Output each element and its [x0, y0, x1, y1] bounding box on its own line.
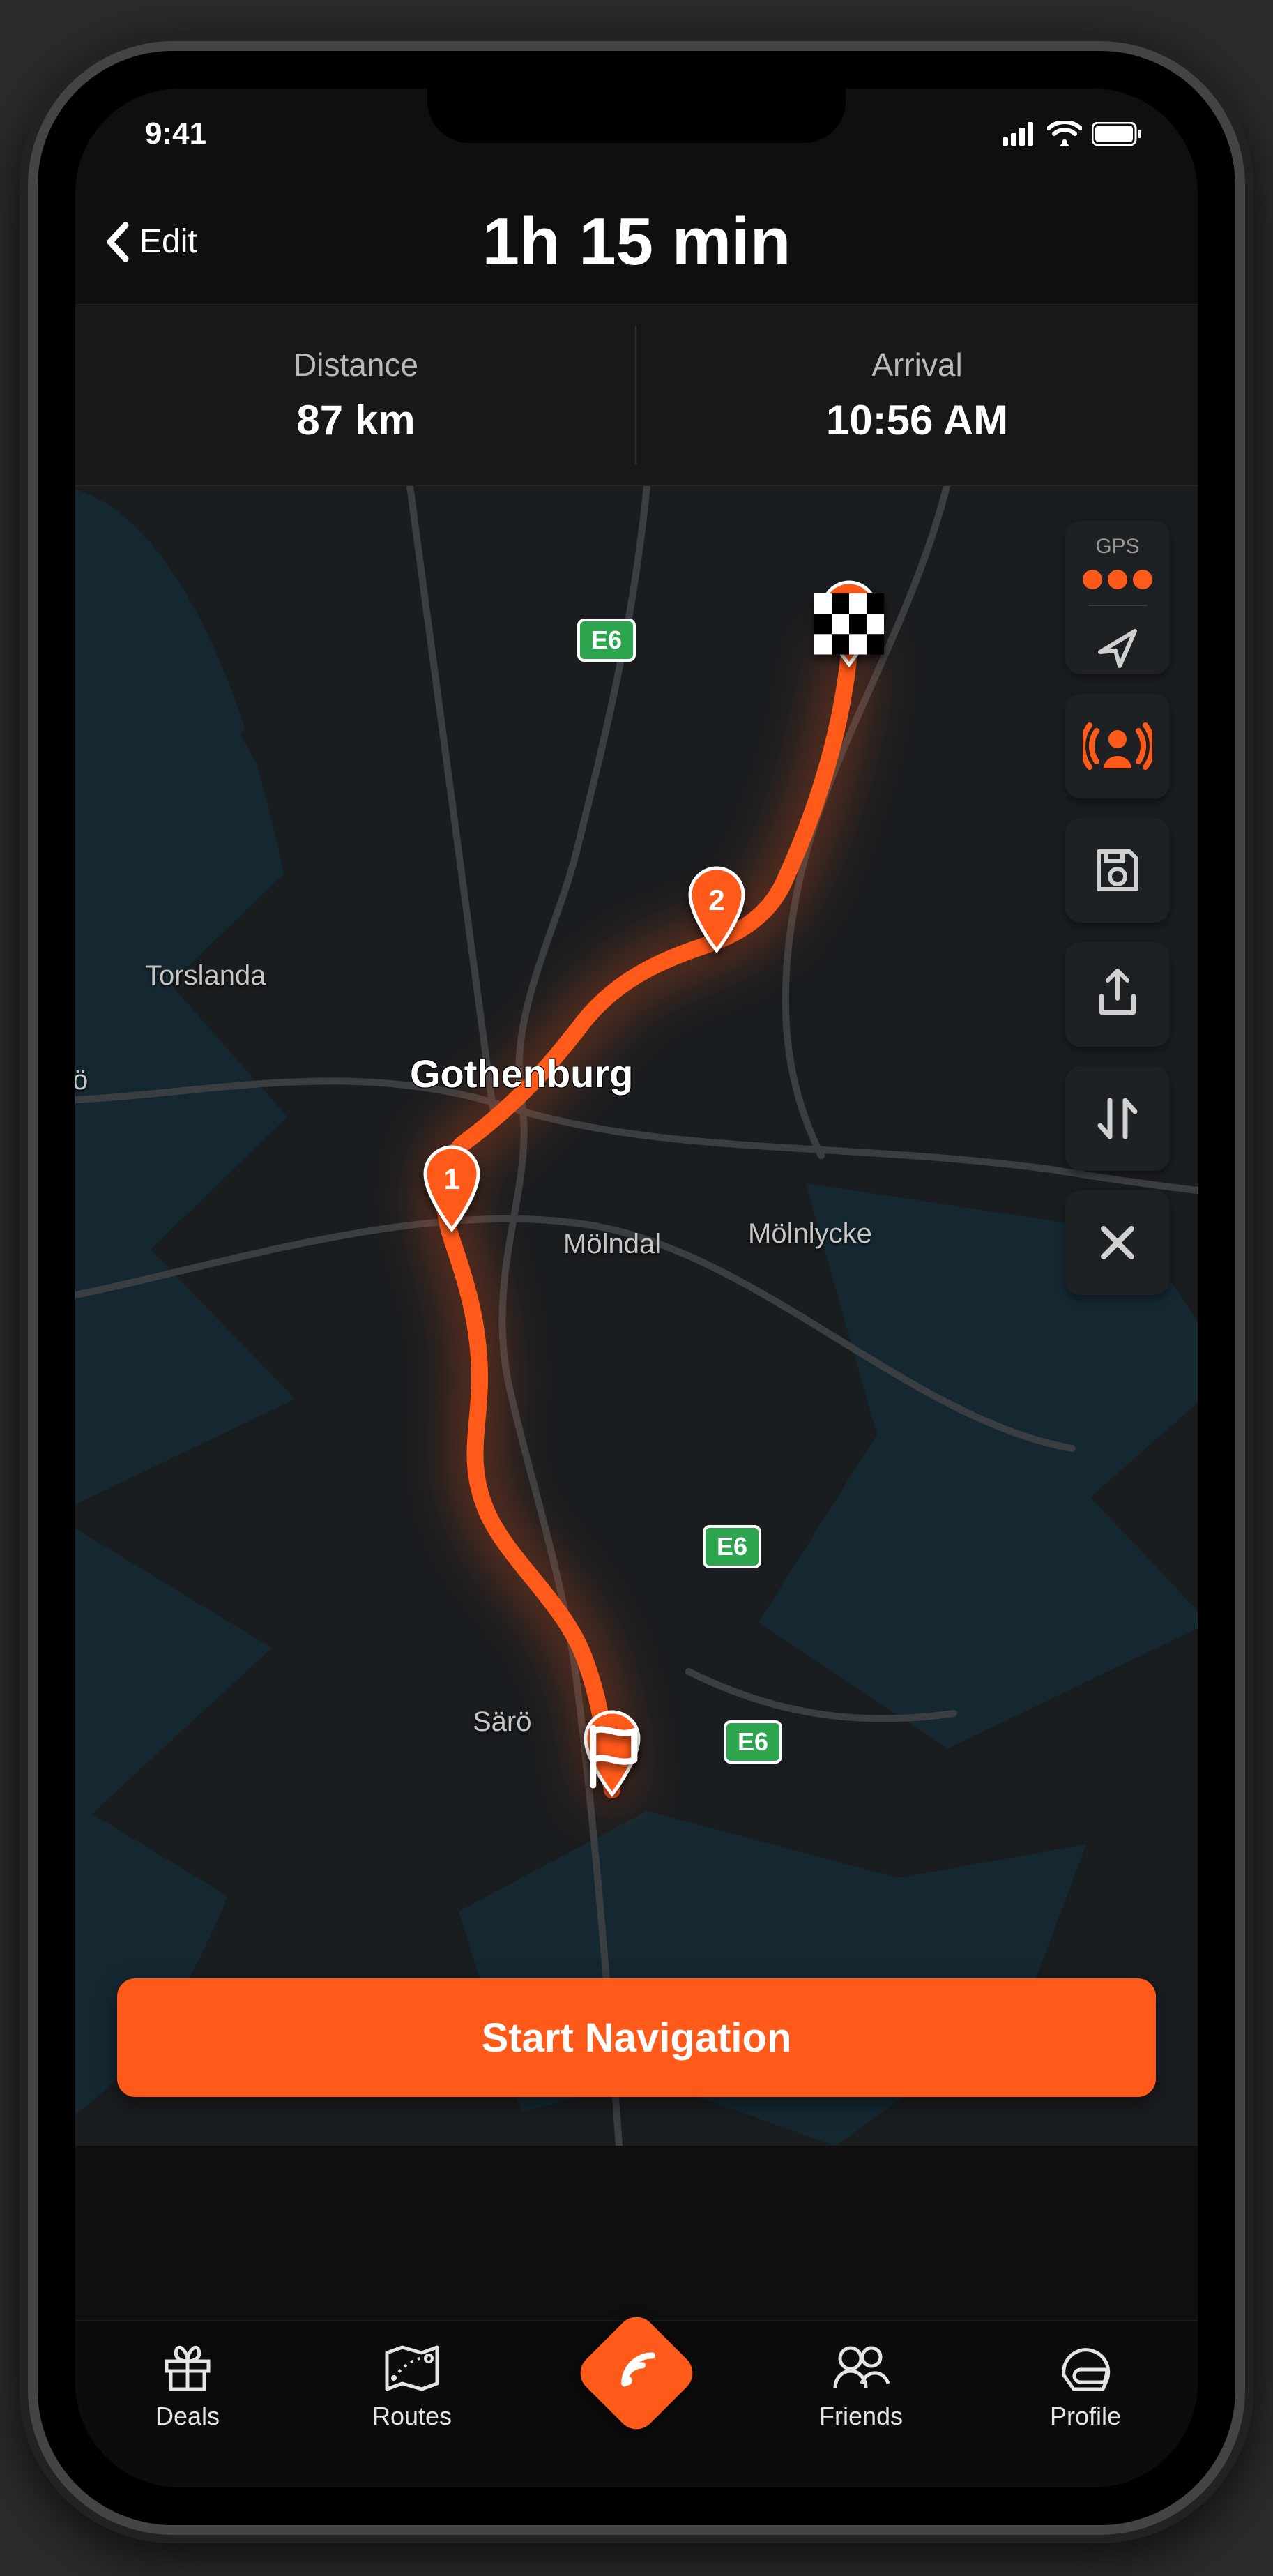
tab-navigate[interactable] [524, 2328, 749, 2418]
distance-value: 87 km [296, 396, 415, 444]
arrival-label: Arrival [871, 346, 962, 384]
tab-friends[interactable]: Friends [749, 2342, 973, 2431]
header: Edit 1h 15 min [75, 179, 1198, 305]
friends-icon [830, 2342, 892, 2395]
tab-bar: Deals Routes [75, 2320, 1198, 2487]
share-icon [1093, 968, 1142, 1021]
gps-label: GPS [1095, 535, 1139, 559]
tab-friends-label: Friends [819, 2402, 903, 2431]
start-navigation-label: Start Navigation [482, 2015, 792, 2061]
tab-profile-label: Profile [1050, 2402, 1121, 2431]
city-molndal: Mölndal [563, 1229, 661, 1260]
pin-waypoint-2[interactable]: 2 [682, 863, 752, 953]
checkered-flag-icon [814, 593, 884, 662]
save-button[interactable] [1065, 818, 1170, 923]
trip-info-row: Distance 87 km Arrival 10:56 AM [75, 305, 1198, 486]
arrival-cell: Arrival 10:56 AM [636, 305, 1198, 485]
city-molnlycke: Mölnlycke [748, 1218, 872, 1250]
gps-signal-dots [1083, 570, 1152, 589]
screen: 9:41 [75, 89, 1198, 2487]
pin-waypoint-1[interactable]: 1 [417, 1142, 487, 1232]
cellular-icon [1003, 122, 1037, 146]
locate-arrow-icon [1093, 624, 1142, 673]
gps-locate-button[interactable]: GPS [1065, 521, 1170, 674]
tab-deals-label: Deals [155, 2402, 220, 2431]
distance-cell: Distance 87 km [75, 305, 636, 485]
close-icon [1097, 1222, 1138, 1264]
waypoint-1-label: 1 [417, 1162, 487, 1196]
tab-deals[interactable]: Deals [75, 2342, 300, 2431]
road-badge-e6: E6 [724, 1720, 782, 1764]
back-label: Edit [139, 222, 197, 261]
battery-icon [1092, 122, 1142, 146]
waypoint-2-label: 2 [682, 884, 752, 917]
save-disk-icon [1093, 846, 1142, 895]
map-roads [75, 486, 1198, 2146]
swap-vertical-icon [1093, 1092, 1142, 1145]
notch [427, 89, 846, 143]
start-navigation-wrap: Start Navigation [117, 1978, 1156, 2097]
reverse-button[interactable] [1065, 1066, 1170, 1171]
status-icons [1003, 121, 1142, 146]
tab-routes[interactable]: Routes [300, 2342, 524, 2431]
helmet-icon [1057, 2342, 1114, 2395]
arrival-value: 10:56 AM [826, 396, 1008, 444]
back-button[interactable]: Edit [103, 221, 197, 263]
status-time: 9:41 [145, 116, 206, 151]
tab-routes-label: Routes [372, 2402, 452, 2431]
city-saro: Särö [473, 1706, 532, 1738]
distance-label: Distance [294, 346, 418, 384]
road-badge-e6: E6 [577, 619, 636, 662]
tab-profile[interactable]: Profile [973, 2342, 1198, 2431]
live-share-button[interactable] [1065, 694, 1170, 798]
city-gothenburg: Gothenburg [410, 1051, 633, 1096]
pin-finish[interactable] [814, 577, 884, 667]
start-navigation-button[interactable]: Start Navigation [117, 1978, 1156, 2097]
duration-title: 1h 15 min [482, 204, 791, 280]
gift-icon [161, 2342, 214, 2395]
broadcast-user-icon [1083, 718, 1152, 774]
pin-start[interactable] [577, 1706, 647, 1797]
city-truncated: ö [75, 1065, 88, 1096]
road-badge-e6: E6 [703, 1525, 761, 1568]
signal-icon [612, 2347, 661, 2396]
flag-icon [577, 1722, 647, 1798]
phone-frame: 9:41 [20, 33, 1253, 2543]
share-button[interactable] [1065, 942, 1170, 1047]
map-route-icon [383, 2342, 441, 2395]
map-tools: GPS [1065, 521, 1170, 1295]
wifi-icon [1047, 121, 1082, 146]
close-button[interactable] [1065, 1190, 1170, 1295]
map[interactable]: E6 E6 E6 Gothenburg Torslanda Mölndal Mö… [75, 486, 1198, 2146]
chevron-left-icon [103, 221, 131, 263]
city-torslanda: Torslanda [145, 960, 266, 992]
navigate-diamond [572, 2309, 701, 2437]
